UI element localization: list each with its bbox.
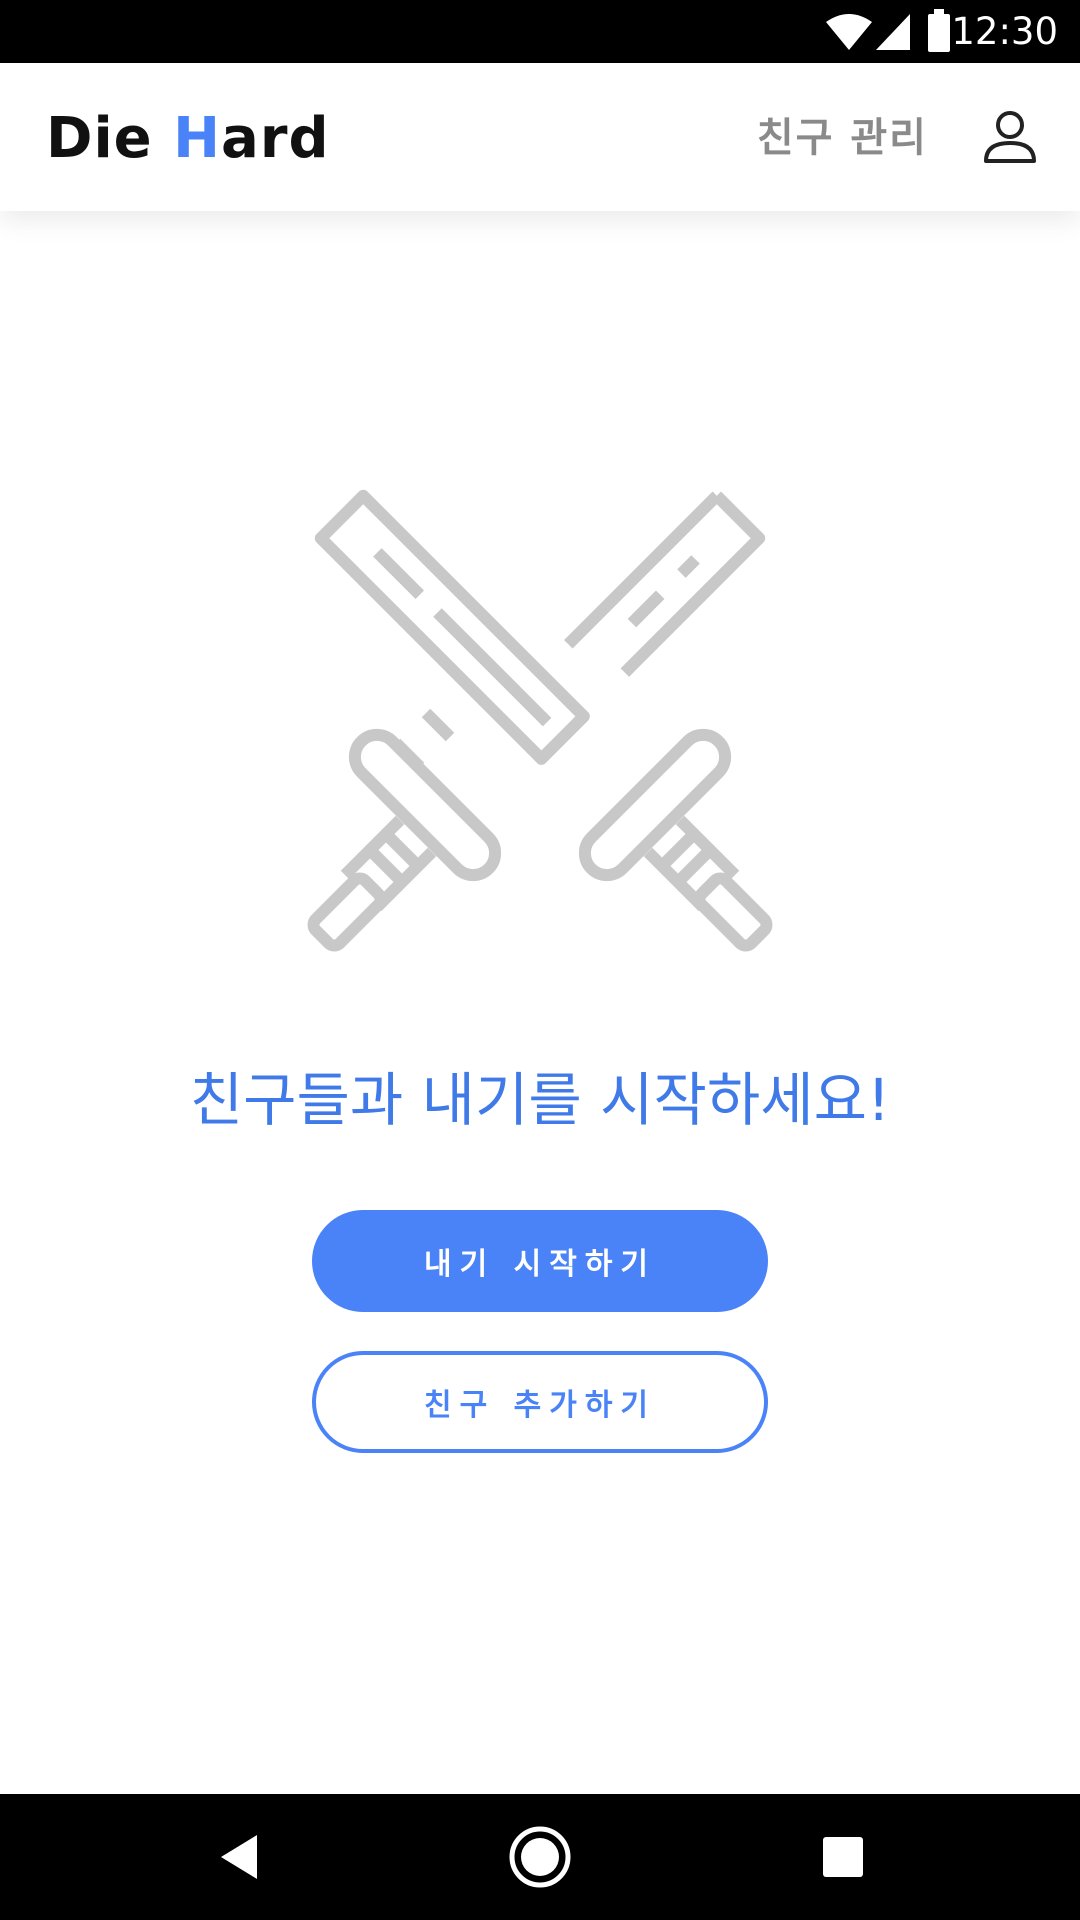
start-bet-button[interactable]: 내기 시작하기 — [312, 1210, 768, 1312]
recents-icon[interactable] — [808, 1822, 878, 1892]
status-bar: 12:30 — [0, 0, 1080, 63]
profile-button[interactable] — [980, 107, 1040, 167]
system-nav-bar — [0, 1794, 1080, 1920]
app-logo: Die Hard — [46, 105, 330, 173]
battery-icon — [928, 9, 950, 52]
status-time: 12:30 — [951, 10, 1058, 53]
headline: 친구들과 내기를 시작하세요! — [189, 1066, 891, 1134]
crossed-swords-icon — [307, 489, 773, 952]
app-bar: Die Hard 친구 관리 — [0, 63, 1080, 211]
cell-signal-icon — [876, 14, 910, 50]
logo-text-accent: H — [173, 106, 222, 171]
home-icon[interactable] — [505, 1822, 575, 1892]
user-icon — [984, 111, 1036, 163]
back-icon[interactable] — [203, 1822, 273, 1892]
app-screen: 12:30 Die Hard 친구 관리 친구들과 내기를 시작하세요! 내기 … — [0, 0, 1080, 1920]
logo-text-die: Die — [46, 106, 174, 171]
logo-text-ard: ard — [221, 106, 330, 171]
manage-friends-link[interactable]: 친구 관리 — [757, 113, 928, 163]
add-friend-button[interactable]: 친구 추가하기 — [312, 1351, 768, 1453]
wifi-icon — [826, 14, 872, 50]
